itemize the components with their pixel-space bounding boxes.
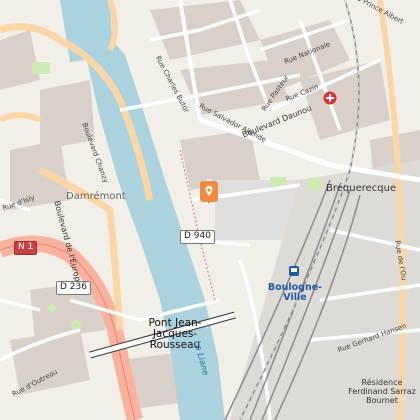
road-shield-d940: D 940 xyxy=(180,230,215,244)
label-residence-ferdinand: Résidence Ferdinand Sarraz Bournet xyxy=(348,378,416,406)
road-shield-d236: D 236 xyxy=(56,281,91,295)
map-view[interactable]: du Prince Albert Rue Nationale Rue Charl… xyxy=(0,0,420,420)
label-boulogne-ville: Boulogne-Ville xyxy=(267,282,323,303)
label-brequerecque: Bréquerecque xyxy=(326,183,397,194)
hospital-icon[interactable] xyxy=(323,91,337,105)
label-damremont: Damrémont xyxy=(66,191,126,202)
train-station-icon[interactable] xyxy=(289,266,299,276)
road-shield-n1: N 1 xyxy=(14,241,38,255)
map-pin-marker-icon[interactable] xyxy=(200,179,218,207)
